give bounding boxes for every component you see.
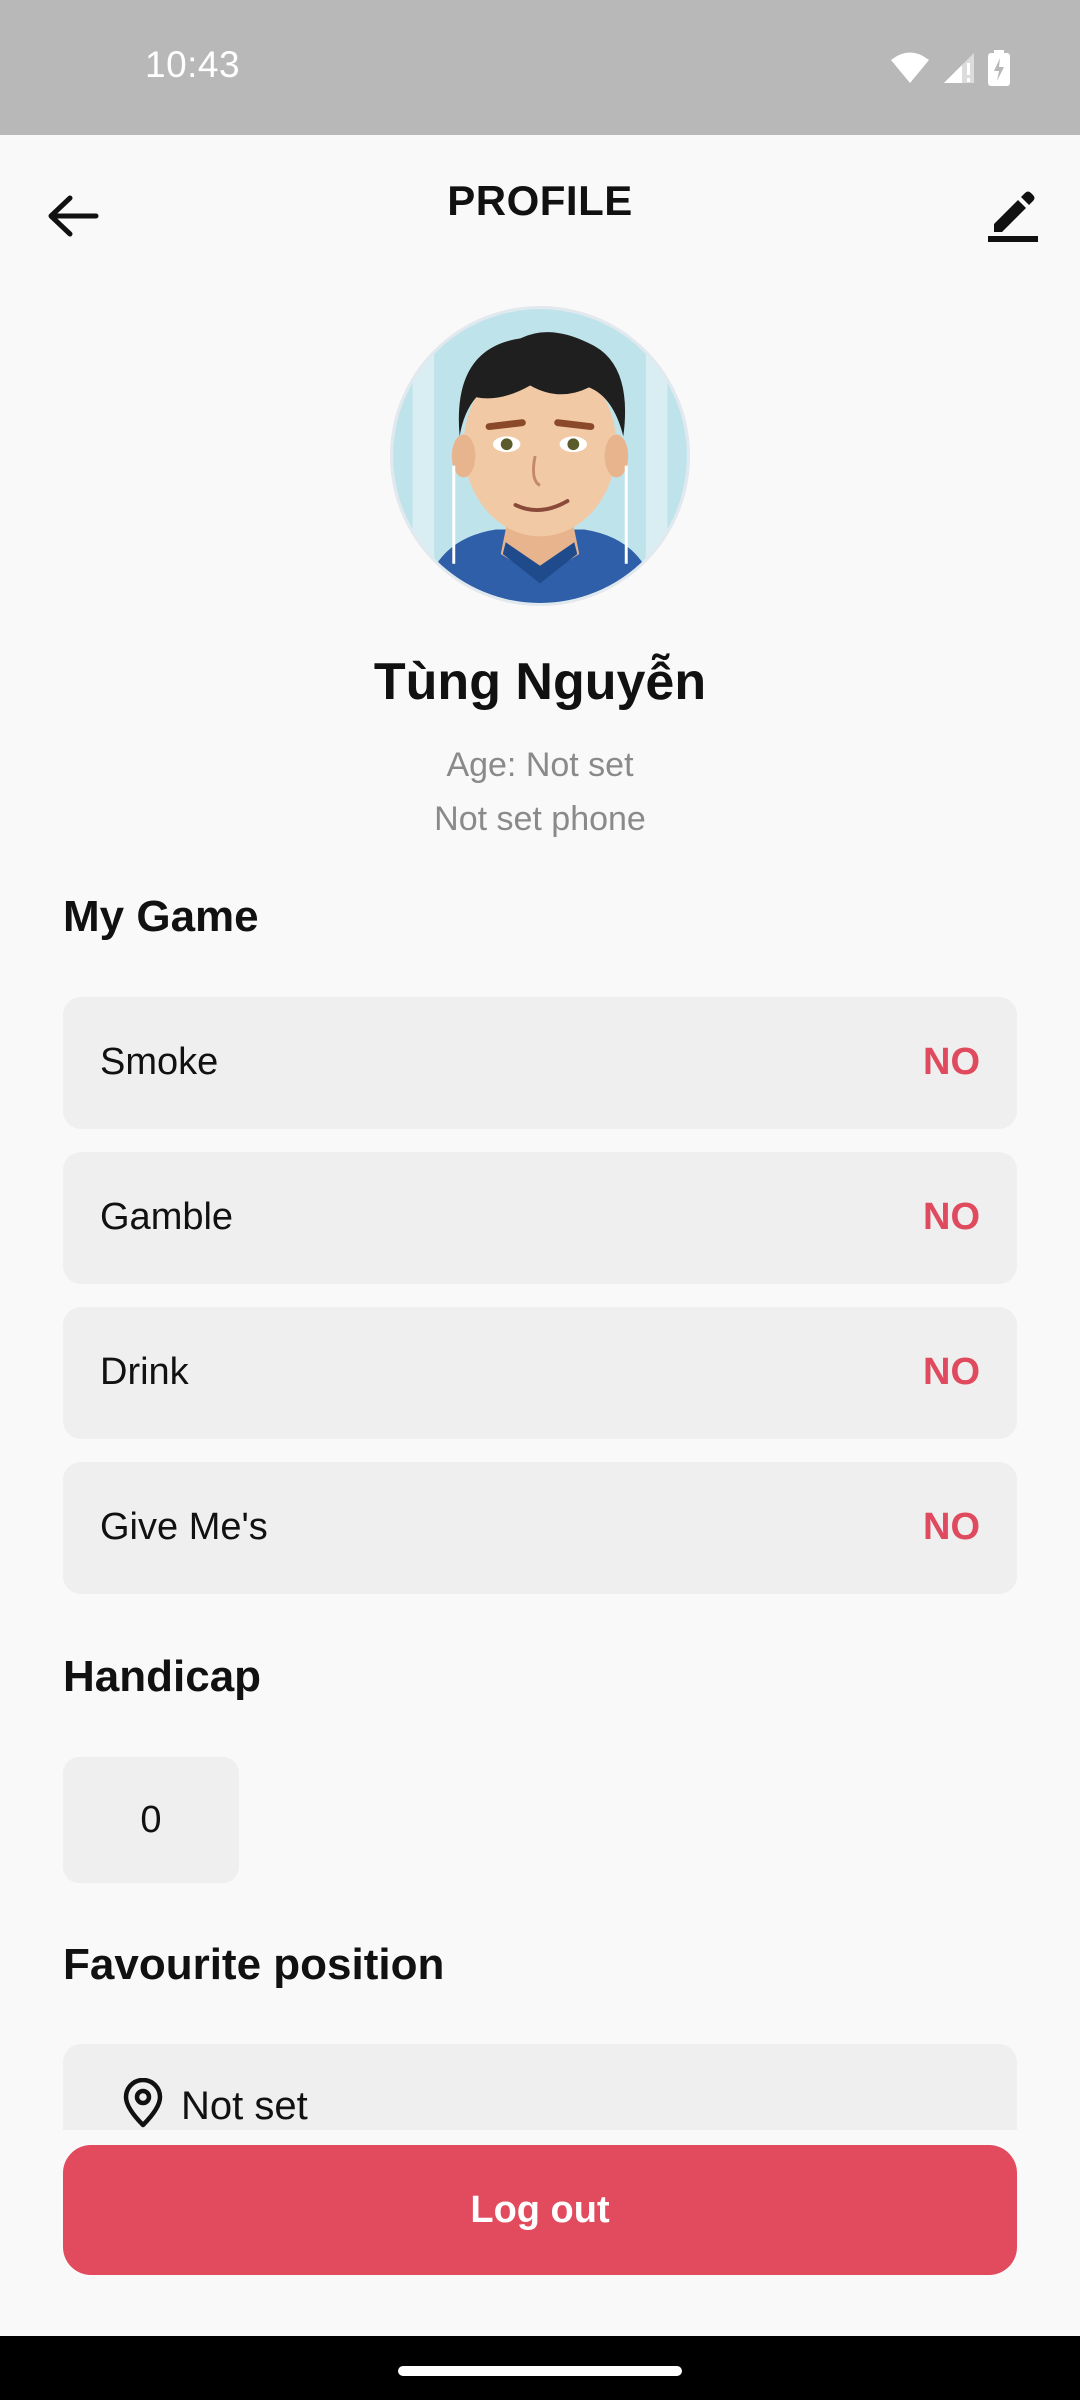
- app-header: PROFILE: [0, 135, 1080, 285]
- wifi-icon: [891, 52, 929, 83]
- pref-row-gamble[interactable]: Gamble NO: [63, 1152, 1017, 1284]
- handicap-title: Handicap: [63, 1652, 262, 1701]
- pref-row-drink[interactable]: Drink NO: [63, 1307, 1017, 1439]
- pref-label: Smoke: [100, 1041, 219, 1083]
- favourite-position-field[interactable]: Not set: [63, 2044, 1017, 2130]
- pref-label: Gamble: [100, 1196, 234, 1238]
- pref-label: Drink: [100, 1351, 189, 1393]
- battery-icon: [988, 50, 1010, 86]
- logout-button[interactable]: Log out: [63, 2145, 1017, 2275]
- user-age: Age: Not set: [446, 746, 634, 784]
- page-title: PROFILE: [447, 177, 633, 224]
- status-time: 10:43: [145, 44, 241, 85]
- status-icons: [890, 48, 1010, 88]
- edit-pencil-icon: [988, 191, 1038, 242]
- handicap-value[interactable]: 0: [63, 1757, 239, 1883]
- pref-value: NO: [923, 1506, 980, 1548]
- location-pin-icon: [123, 2078, 163, 2128]
- favourite-position-title: Favourite position: [63, 1940, 445, 1989]
- pref-label: Give Me's: [100, 1506, 268, 1548]
- my-game-title: My Game: [63, 892, 259, 941]
- pref-value: NO: [923, 1196, 980, 1238]
- signal-icon: [944, 53, 974, 83]
- user-phone: Not set phone: [434, 800, 646, 838]
- pref-value: NO: [923, 1041, 980, 1083]
- avatar-illustration: [393, 309, 687, 603]
- pref-row-smoke[interactable]: Smoke NO: [63, 997, 1017, 1129]
- pref-row-give-mes[interactable]: Give Me's NO: [63, 1462, 1017, 1594]
- home-indicator[interactable]: [398, 2366, 682, 2376]
- edit-profile-button[interactable]: [976, 177, 1050, 251]
- avatar: [390, 306, 690, 606]
- user-name: Tùng Nguyễn: [373, 653, 707, 711]
- pref-value: NO: [923, 1351, 980, 1393]
- status-bar: 10:43: [0, 0, 1080, 135]
- favourite-position-value: Not set: [181, 2084, 308, 2128]
